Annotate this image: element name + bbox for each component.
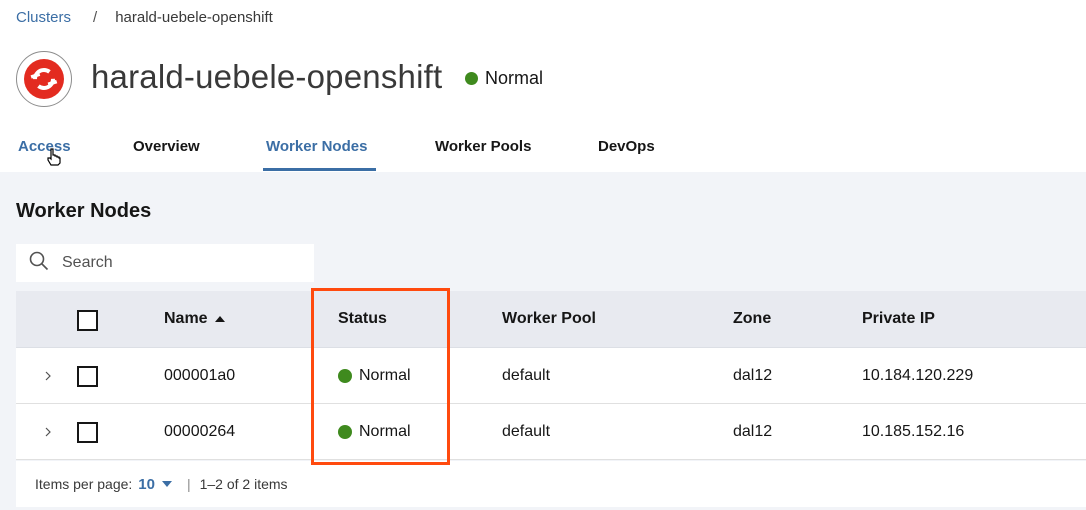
cell-name: 00000264 xyxy=(164,422,236,440)
active-tab-indicator xyxy=(263,168,376,171)
search-box[interactable] xyxy=(16,244,314,282)
breadcrumb-current: harald-uebele-openshift xyxy=(115,9,273,26)
tab-access[interactable]: Access xyxy=(18,138,71,155)
tab-overview[interactable]: Overview xyxy=(133,138,200,155)
cell-private-ip: 10.185.152.16 xyxy=(862,422,965,440)
select-all-checkbox[interactable] xyxy=(77,310,98,331)
expand-row-chevron-icon[interactable] xyxy=(44,348,52,403)
column-header-zone[interactable]: Zone xyxy=(733,291,771,347)
items-per-page-select[interactable]: 10 xyxy=(138,476,173,493)
tab-worker-nodes[interactable]: Worker Nodes xyxy=(266,138,367,155)
cluster-status: Normal xyxy=(465,68,543,89)
cell-worker-pool: default xyxy=(502,366,551,384)
cluster-status-label: Normal xyxy=(485,68,544,88)
expand-row-chevron-icon[interactable] xyxy=(44,404,52,459)
cell-worker-pool: default xyxy=(502,422,551,440)
openshift-icon xyxy=(24,59,64,99)
column-header-private-ip[interactable]: Private IP xyxy=(862,291,935,347)
breadcrumb-clusters-link[interactable]: Clusters xyxy=(16,9,71,26)
tab-devops[interactable]: DevOps xyxy=(598,138,655,155)
page-header: Clusters / harald-uebele-openshift haral… xyxy=(0,0,1086,172)
cell-private-ip: 10.184.120.229 xyxy=(862,366,974,384)
status-column-highlight xyxy=(311,288,450,465)
cell-zone: dal12 xyxy=(733,366,773,384)
table-header: Name Status Worker Pool Zone Private IP xyxy=(16,291,1086,348)
search-icon xyxy=(29,251,49,276)
tab-worker-pools[interactable]: Worker Pools xyxy=(435,138,531,155)
table-row[interactable]: 00000264 Normal default dal12 10.185.152… xyxy=(16,404,1086,460)
cell-name: 000001a0 xyxy=(164,366,236,384)
cell-zone: dal12 xyxy=(733,422,773,440)
column-header-name-label: Name xyxy=(164,310,208,327)
pointer-cursor-icon xyxy=(46,148,62,171)
column-header-worker-pool[interactable]: Worker Pool xyxy=(502,291,596,347)
status-normal-icon xyxy=(465,72,478,85)
pagination-range: 1–2 of 2 items xyxy=(199,476,288,492)
row-checkbox[interactable] xyxy=(77,422,98,443)
openshift-logo xyxy=(16,51,72,107)
pagination-divider: | xyxy=(186,476,191,492)
row-checkbox[interactable] xyxy=(77,366,98,387)
page-title: harald-uebele-openshift xyxy=(91,58,443,95)
breadcrumb-separator: / xyxy=(93,9,98,26)
section-title: Worker Nodes xyxy=(16,200,152,222)
breadcrumb: Clusters / harald-uebele-openshift xyxy=(16,9,273,26)
pagination-bar: Items per page: 10 | 1–2 of 2 items xyxy=(16,461,1086,507)
search-input[interactable] xyxy=(62,254,292,272)
items-per-page-label: Items per page: xyxy=(35,476,133,492)
caret-down-icon xyxy=(161,481,172,487)
column-header-name[interactable]: Name xyxy=(164,291,226,347)
table-row[interactable]: 000001a0 Normal default dal12 10.184.120… xyxy=(16,348,1086,404)
sort-ascending-icon xyxy=(214,316,225,322)
items-per-page-value: 10 xyxy=(138,475,155,493)
